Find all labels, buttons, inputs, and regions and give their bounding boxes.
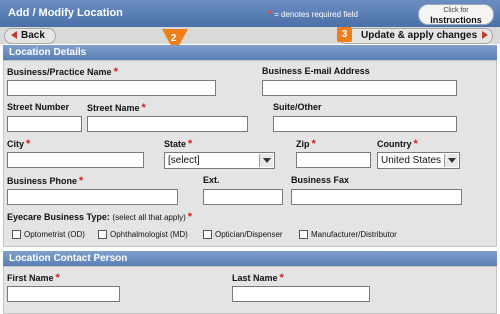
update-button-label: Update & apply changes [361, 30, 478, 41]
zip-label: Zip * [296, 138, 316, 150]
required-star: * [268, 9, 272, 20]
business-phone-label: Business Phone * [7, 175, 83, 187]
required-marker: * [141, 102, 146, 114]
business-type-label-text: Eyecare Business Type: [7, 212, 110, 222]
first-name-label: First Name * [7, 272, 60, 284]
instructions-button[interactable]: Click for Instructions [418, 4, 494, 25]
instructions-label: Instructions [430, 15, 482, 25]
street-number-label: Street Number [7, 102, 70, 112]
business-fax-label: Business Fax [291, 175, 350, 185]
business-type-label: Eyecare Business Type: (select all that … [7, 211, 192, 223]
last-name-label: Last Name * [232, 272, 284, 284]
step-3-badge: 3 [337, 27, 352, 42]
first-name-label-text: First Name [7, 273, 54, 283]
required-marker: * [279, 272, 284, 284]
street-name-input[interactable] [87, 116, 248, 132]
required-marker: * [413, 138, 418, 150]
chevron-down-icon [444, 154, 458, 167]
required-marker: * [26, 138, 31, 150]
state-select-value: [select] [168, 155, 200, 166]
business-name-label: Business/Practice Name * [7, 66, 118, 78]
manufacturer-checkbox[interactable] [299, 230, 308, 239]
state-select[interactable]: [select] [164, 152, 275, 169]
country-select[interactable]: United States [377, 152, 460, 169]
business-email-input[interactable] [262, 80, 457, 96]
forward-arrow-icon [482, 31, 489, 40]
business-phone-label-text: Business Phone [7, 176, 78, 186]
instructions-small-label: Click for [443, 7, 469, 14]
required-marker: * [113, 66, 118, 78]
country-label: Country * [377, 138, 418, 150]
required-marker: * [188, 138, 193, 150]
business-name-input[interactable] [7, 80, 216, 96]
ophthalmologist-label: Ophthalmologist (MD) [110, 230, 188, 239]
business-name-label-text: Business/Practice Name [7, 67, 112, 77]
zip-input[interactable] [296, 152, 371, 168]
optometrist-label: Optometrist (OD) [24, 230, 85, 239]
street-number-input[interactable] [7, 116, 82, 132]
ophthalmologist-checkbox[interactable] [98, 230, 107, 239]
first-name-input[interactable] [7, 286, 120, 302]
city-label: City * [7, 138, 30, 150]
manufacturer-label: Manufacturer/Distributor [311, 230, 397, 239]
optometrist-checkbox[interactable] [12, 230, 21, 239]
street-name-label-text: Street Name [87, 103, 140, 113]
step-2-badge: 2 [170, 33, 177, 44]
last-name-label-text: Last Name [232, 273, 278, 283]
ext-input[interactable] [203, 189, 283, 205]
business-phone-input[interactable] [7, 189, 178, 205]
state-label: State * [164, 138, 192, 150]
title-bar: Add / Modify Location * = denotes requir… [0, 0, 500, 27]
required-marker: * [79, 175, 84, 187]
required-marker: * [311, 138, 316, 150]
location-details-header: Location Details [3, 45, 497, 60]
country-label-text: Country [377, 139, 412, 149]
back-button-label: Back [21, 30, 45, 41]
page-title: Add / Modify Location [8, 7, 123, 19]
required-legend: * = denotes required field [268, 9, 358, 20]
city-label-text: City [7, 139, 25, 149]
suite-label: Suite/Other [273, 102, 322, 112]
zip-label-text: Zip [296, 139, 310, 149]
back-arrow-icon [11, 31, 17, 40]
city-input[interactable] [7, 152, 144, 168]
state-label-text: State [164, 139, 187, 149]
business-type-note: (select all that apply) [112, 213, 186, 222]
contact-person-header: Location Contact Person [3, 251, 497, 266]
country-select-value: United States [381, 155, 442, 166]
back-button[interactable]: Back [4, 28, 56, 44]
optician-checkbox[interactable] [203, 230, 212, 239]
last-name-input[interactable] [232, 286, 370, 302]
required-note: = denotes required field [274, 10, 358, 19]
street-name-label: Street Name * [87, 102, 146, 114]
chevron-down-icon [259, 154, 273, 167]
ext-label: Ext. [203, 175, 220, 185]
business-fax-input[interactable] [291, 189, 462, 205]
required-marker: * [55, 272, 60, 284]
business-email-label: Business E-mail Address [262, 66, 370, 76]
update-apply-button[interactable]: Update & apply changes [338, 28, 493, 44]
suite-input[interactable] [273, 116, 457, 132]
required-marker: * [187, 211, 193, 223]
optician-label: Optician/Dispenser [215, 230, 283, 239]
